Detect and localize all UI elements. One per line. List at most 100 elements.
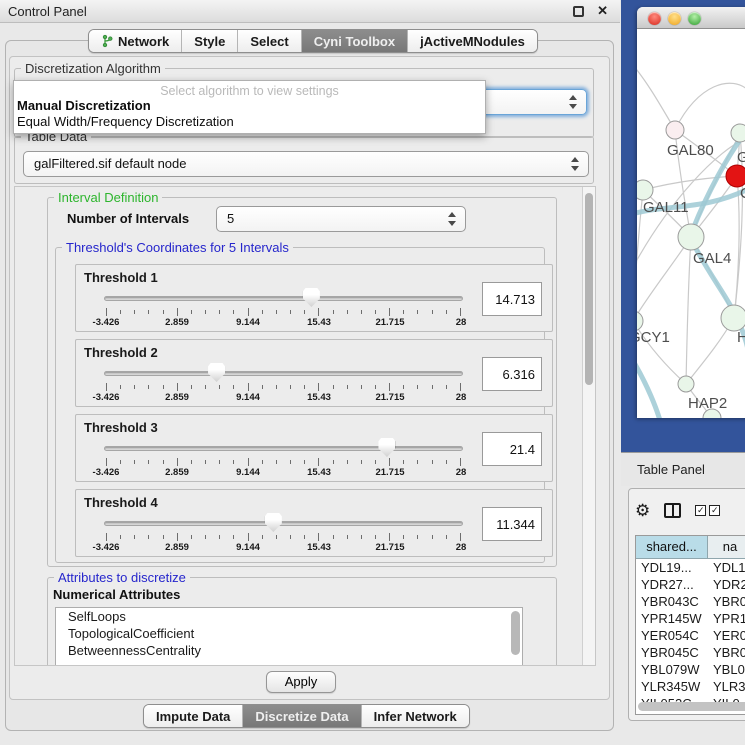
threshold-3-slider-track[interactable] — [104, 446, 463, 451]
tab-impute-data[interactable]: Impute Data — [144, 705, 243, 727]
network-node-top-right[interactable] — [731, 124, 745, 142]
node-label-hap2: HAP2 — [688, 395, 727, 412]
gear-icon[interactable]: ⚙ — [635, 502, 650, 519]
column-header-shared-name[interactable]: shared... — [636, 536, 708, 558]
algorithm-hint: Select algorithm to view settings — [14, 84, 485, 98]
threshold-3-row: Threshold 3 -3.426 2.859 9.144 15.43 21.… — [75, 414, 553, 482]
table-row[interactable]: YER054CYER0 — [636, 627, 745, 644]
tab-select[interactable]: Select — [238, 30, 301, 52]
threshold-4-ticks — [106, 533, 461, 541]
network-view-window: GAL80 GA C GAL11 GAL4 GCY1 H HAP2 — [637, 7, 745, 418]
network-window-titlebar — [637, 7, 745, 29]
node-label-gal80: GAL80 — [667, 142, 714, 159]
node-label-gal4: GAL4 — [693, 250, 731, 267]
node-label-h: H — [737, 329, 745, 346]
threshold-1-scale: -3.426 2.859 9.144 15.43 21.715 28 — [106, 317, 461, 329]
threshold-4-slider-thumb[interactable] — [265, 513, 282, 532]
network-node-gcy1[interactable] — [637, 311, 643, 331]
table-horizontal-scrollbar[interactable] — [638, 702, 745, 711]
algorithm-option-manual[interactable]: Manual Discretization — [14, 98, 485, 114]
table-row[interactable]: YBL079WYBL0 — [636, 661, 745, 678]
table-panel-header: Table Panel — [621, 452, 745, 486]
threshold-4-value-field[interactable] — [482, 507, 542, 541]
threshold-3-scale: -3.426 2.859 9.144 15.43 21.715 28 — [106, 467, 461, 479]
numerical-attributes-list: SelfLoops TopologicalCoefficient Between… — [55, 607, 523, 666]
threshold-1-slider-track[interactable] — [104, 296, 463, 301]
network-node-gal80[interactable] — [666, 121, 684, 139]
discretization-algorithm-title: Discretization Algorithm — [21, 61, 165, 76]
node-label-gcy1: GCY1 — [637, 329, 670, 346]
combo-arrows-icon — [569, 94, 578, 110]
table-row[interactable]: YDL19...YDL1 — [636, 559, 745, 576]
number-of-intervals-value: 5 — [227, 211, 234, 226]
settings-scrollbar-thumb[interactable] — [585, 193, 593, 385]
network-node-right-h[interactable] — [721, 305, 745, 331]
zoom-traffic-light[interactable] — [688, 12, 701, 25]
number-of-intervals-spinner[interactable]: 5 — [216, 206, 466, 232]
network-node-selected-red[interactable] — [726, 165, 745, 187]
table-row[interactable]: YLR345WYLR3 — [636, 678, 745, 695]
threshold-2-value-field[interactable] — [482, 357, 542, 391]
table-data-group: Table Data galFiltered.sif default node — [14, 136, 594, 184]
list-item-betweennesscentrality[interactable]: BetweennessCentrality — [56, 642, 522, 659]
cyni-mode-tabs: Impute Data Discretize Data Infer Networ… — [143, 704, 470, 728]
split-columns-icon[interactable] — [664, 503, 681, 518]
threshold-4-slider-track[interactable] — [104, 521, 463, 526]
combo-arrows-icon — [571, 156, 580, 172]
table-row[interactable]: YPR145WYPR1 — [636, 610, 745, 627]
table-header-row: shared... na — [636, 536, 745, 559]
tab-jactivemnodules[interactable]: jActiveMNodules — [408, 30, 537, 52]
list-item-selfloops[interactable]: SelfLoops — [56, 608, 522, 625]
apply-button[interactable]: Apply — [266, 671, 336, 693]
threshold-2-scale: -3.426 2.859 9.144 15.43 21.715 28 — [106, 392, 461, 404]
checkbox-icon[interactable]: ✓ — [695, 505, 706, 516]
algorithm-option-equal-width[interactable]: Equal Width/Frequency Discretization — [14, 114, 485, 130]
network-canvas[interactable]: GAL80 GA C GAL11 GAL4 GCY1 H HAP2 — [637, 29, 745, 418]
numerical-attributes-label: Numerical Attributes — [53, 587, 180, 602]
settings-scroll-viewport: Interval Definition Number of Intervals … — [14, 186, 596, 666]
attributes-list-scrollbar[interactable] — [511, 611, 520, 655]
threshold-4-scale: -3.426 2.859 9.144 15.43 21.715 28 — [106, 542, 461, 554]
tab-style[interactable]: Style — [182, 30, 238, 52]
table-row[interactable]: YBR043CYBR0 — [636, 593, 745, 610]
threshold-2-slider-thumb[interactable] — [208, 363, 225, 382]
number-of-intervals-label: Number of Intervals — [67, 211, 189, 226]
interval-definition-title: Interval Definition — [54, 190, 162, 205]
close-traffic-light[interactable] — [648, 12, 661, 25]
threshold-3-ticks — [106, 458, 461, 466]
tab-network-label: Network — [118, 34, 169, 49]
threshold-1-ticks — [106, 308, 461, 316]
threshold-2-row: Threshold 2 -3.426 2.859 9.144 15.43 21.… — [75, 339, 553, 407]
settings-scrollbar[interactable] — [582, 187, 595, 665]
table-data-combobox[interactable]: galFiltered.sif default node — [23, 151, 589, 177]
control-panel-titlebar: Control Panel ✕ — [0, 0, 620, 23]
threshold-2-slider-track[interactable] — [104, 371, 463, 376]
network-graph — [637, 29, 745, 418]
tab-network[interactable]: Network — [89, 30, 182, 52]
close-icon[interactable]: ✕ — [597, 3, 608, 19]
table-toolbar: ⚙ ✓ ✓ — [635, 497, 720, 523]
threshold-1-slider-thumb[interactable] — [303, 288, 320, 307]
threshold-3-value-field[interactable] — [482, 432, 542, 466]
node-label-cut-c: C — [740, 185, 745, 202]
table-row[interactable]: YDR27...YDR2 — [636, 576, 745, 593]
threshold-1-value-field[interactable] — [482, 282, 542, 316]
column-header-name[interactable]: na — [708, 536, 745, 558]
tab-cyni-toolbox[interactable]: Cyni Toolbox — [302, 30, 408, 52]
network-node-hap2[interactable] — [678, 376, 694, 392]
minimize-traffic-light[interactable] — [668, 12, 681, 25]
table-row[interactable]: YBR045CYBR0 — [636, 644, 745, 661]
attributes-title: Attributes to discretize — [54, 570, 190, 585]
network-node-gal4[interactable] — [678, 224, 704, 250]
float-window-icon[interactable] — [573, 6, 584, 17]
tab-infer-network[interactable]: Infer Network — [362, 705, 469, 727]
threshold-3-slider-thumb[interactable] — [378, 438, 395, 457]
control-panel-tabs: Network Style Select Cyni Toolbox jActiv… — [88, 29, 538, 53]
checkbox-icon[interactable]: ✓ — [709, 505, 720, 516]
network-node-gal11[interactable] — [637, 180, 653, 200]
network-tree-icon — [101, 34, 113, 48]
application-root: Control Panel ✕ Network Style Select Cyn… — [0, 0, 745, 745]
list-item-topologicalcoefficient[interactable]: TopologicalCoefficient — [56, 625, 522, 642]
table-panel-title: Table Panel — [637, 462, 705, 477]
tab-discretize-data[interactable]: Discretize Data — [243, 705, 361, 727]
